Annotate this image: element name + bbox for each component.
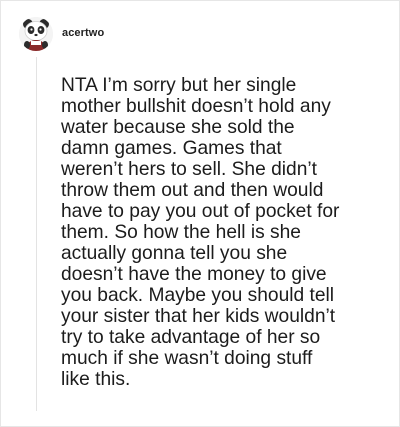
comment-card: acertwo NTA I’m sorry but her single mot…: [0, 0, 400, 427]
panda-avatar-graphic: [19, 17, 53, 51]
comment-body-text: NTA I’m sorry but her single mother bull…: [61, 75, 340, 390]
username-link[interactable]: acertwo: [62, 27, 104, 39]
panda-avatar-icon[interactable]: [19, 17, 53, 51]
thread-line[interactable]: [36, 57, 37, 411]
